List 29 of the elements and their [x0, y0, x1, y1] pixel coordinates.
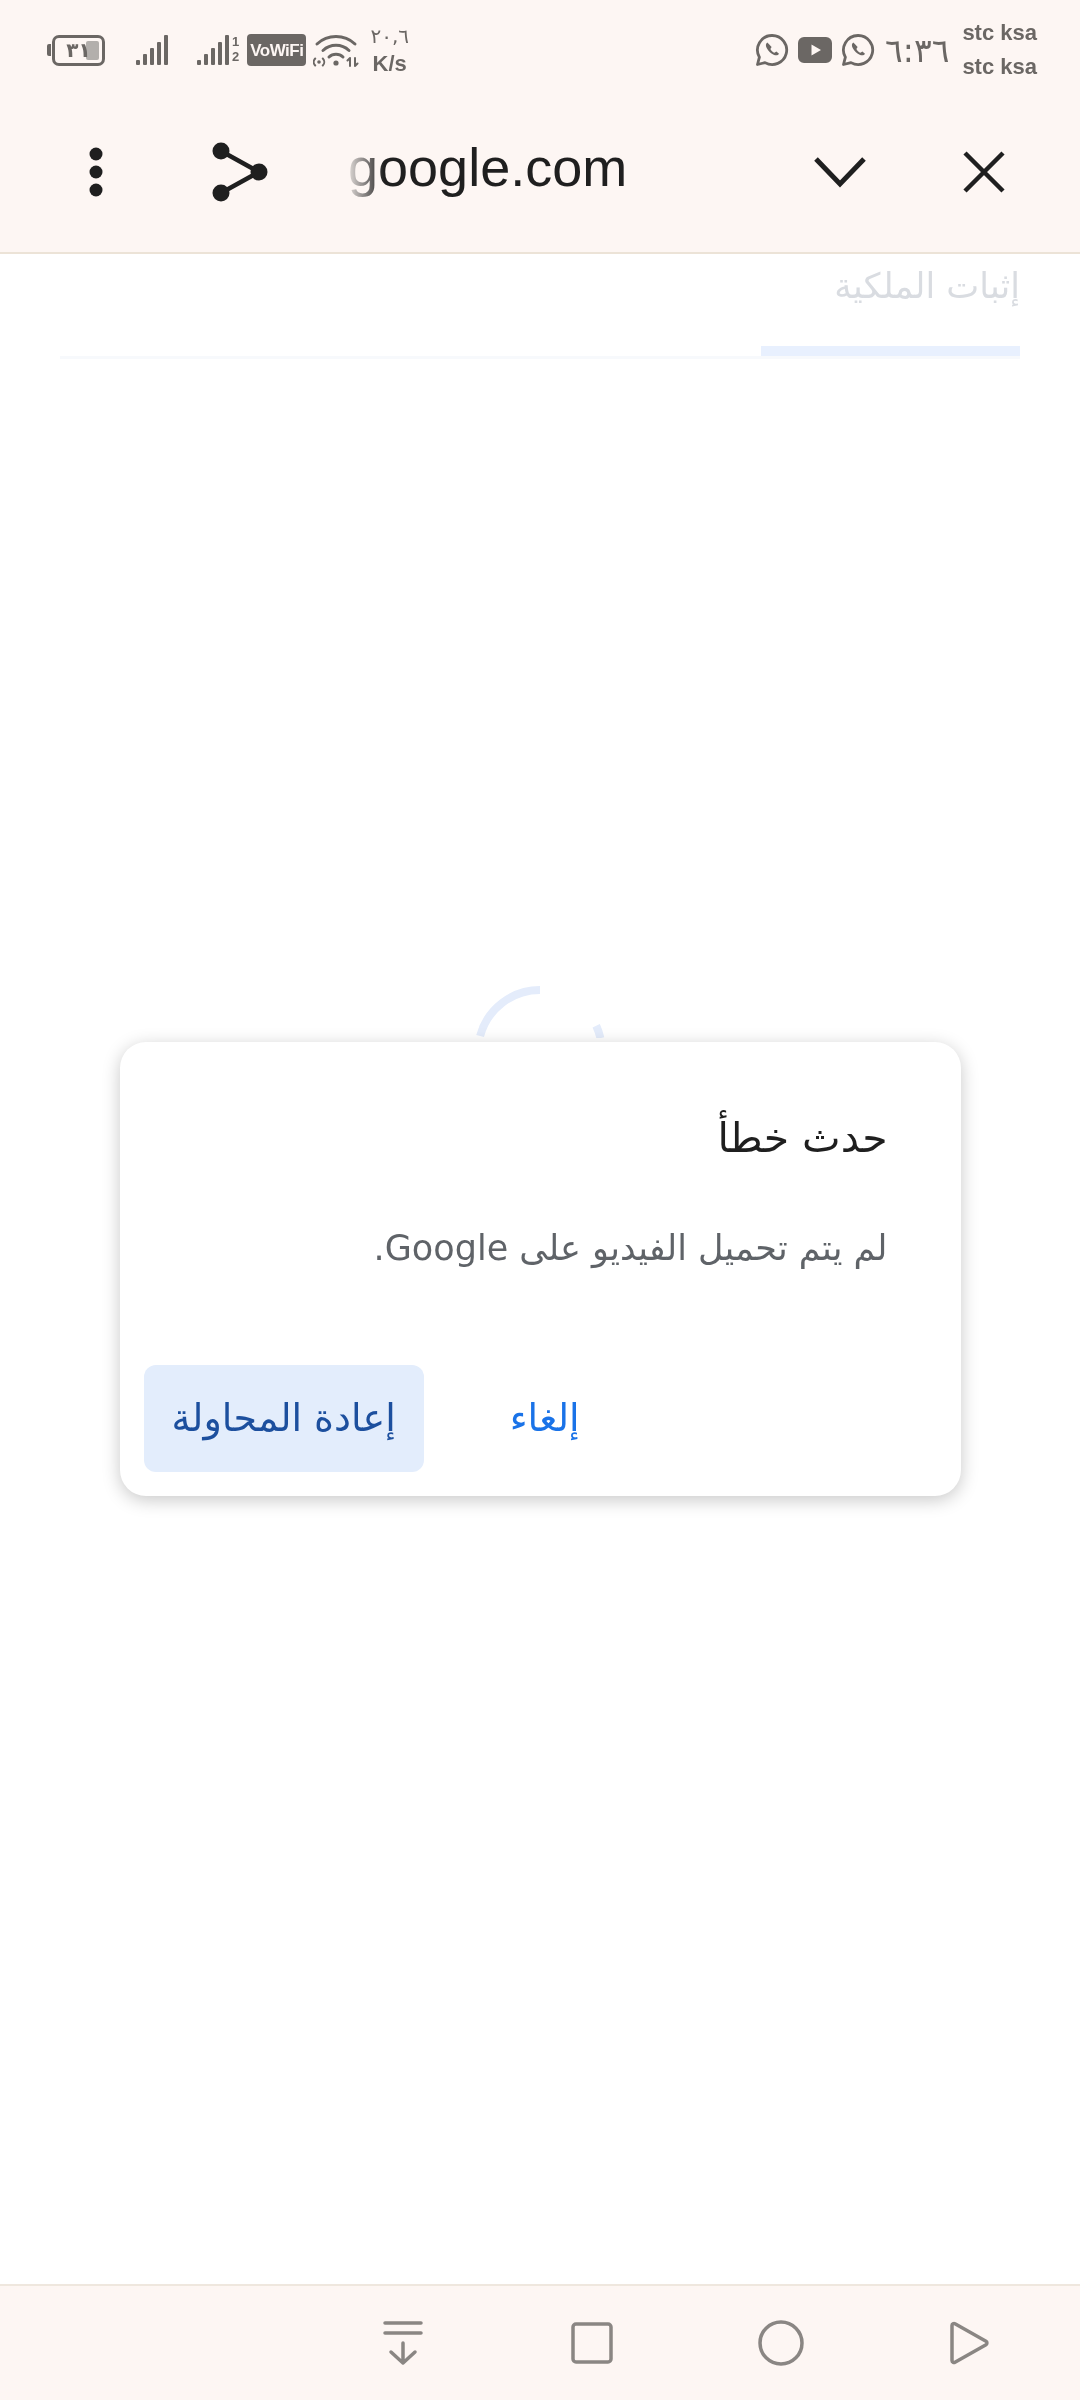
lines-down-arrow-icon[interactable] [383, 2320, 423, 2366]
chevron-down-icon[interactable] [813, 156, 867, 188]
share-icon[interactable] [212, 142, 268, 202]
network-speed-value: ٢٠,٦ [370, 25, 410, 46]
video-play-icon [798, 37, 833, 63]
chat-bubble-phone-icon [841, 33, 876, 67]
carrier-name: stc ksa [962, 22, 1037, 44]
home-icon[interactable] [758, 2320, 804, 2366]
close-icon[interactable] [963, 151, 1005, 193]
dialog-title: حدث خطأ [143, 1110, 888, 1168]
sim-slot-label: 1 [232, 35, 240, 50]
clock-time: ٦:٣٦ [885, 33, 950, 67]
battery-percent-text: ٣١ [66, 40, 91, 60]
signal-bars-icon [136, 35, 168, 65]
battery-fill [86, 40, 99, 60]
chat-bubble-phone-icon [755, 33, 790, 67]
signal-bars-icon [197, 35, 229, 65]
carrier-name: stc ksa [962, 56, 1037, 78]
network-speed-unit: K/s [372, 52, 407, 75]
back-icon[interactable] [949, 2321, 990, 2365]
dialog-message: لم يتم تحميل الفيديو على Google. [372, 1227, 888, 1271]
cancel-button[interactable]: إلغاء [481, 1364, 608, 1472]
more-menu-icon[interactable] [88, 147, 104, 197]
retry-button[interactable]: إعادة المحاولة [143, 1364, 424, 1472]
sim-slot-label: 2 [232, 50, 240, 65]
vowifi-badge: VoWiFi [247, 34, 307, 66]
recents-icon[interactable] [571, 2322, 613, 2364]
wifi-icon [313, 33, 361, 67]
url-text[interactable]: google.com [348, 140, 628, 212]
